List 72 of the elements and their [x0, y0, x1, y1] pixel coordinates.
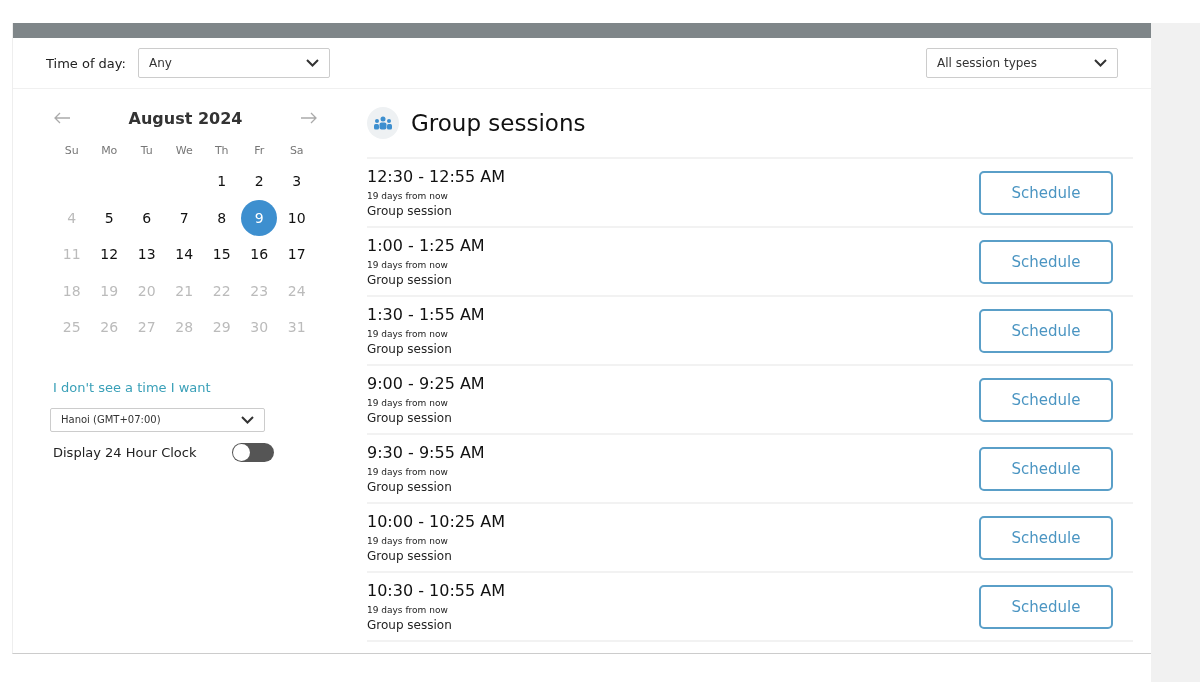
- weekday-label: We: [174, 143, 194, 159]
- arrow-right-icon[interactable]: [300, 112, 318, 124]
- session-time: 1:00 - 1:25 AM: [367, 236, 485, 255]
- calendar-day: 26: [91, 309, 128, 346]
- session-relative-date: 19 days from now: [367, 260, 449, 270]
- calendar-day[interactable]: 14: [166, 236, 203, 273]
- calendar-day: 28: [166, 309, 203, 346]
- chevron-down-icon: [241, 415, 254, 424]
- calendar-day[interactable]: 7: [166, 199, 203, 236]
- calendar-day[interactable]: 5: [91, 199, 128, 236]
- calendar-day: 23: [241, 272, 278, 309]
- calendar-day: 22: [203, 272, 240, 309]
- weekday-label: Sa: [288, 143, 305, 159]
- calendar-day: 21: [166, 272, 203, 309]
- calendar-day: 4: [53, 199, 90, 236]
- calendar-day: 11: [53, 236, 90, 273]
- calendar-day: 30: [241, 309, 278, 346]
- session-relative-date: 19 days from now: [367, 398, 449, 408]
- chevron-down-icon: [305, 59, 319, 67]
- session-time: 10:00 - 10:25 AM: [367, 512, 505, 531]
- calendar-day: 29: [203, 309, 240, 346]
- calendar-day[interactable]: 8: [203, 199, 240, 236]
- session-type: Group session: [367, 411, 453, 425]
- session-type: Group session: [367, 204, 453, 218]
- clock-toggle[interactable]: [232, 442, 274, 462]
- session-relative-date: 19 days from now: [367, 605, 449, 615]
- session-time: 12:30 - 12:55 AM: [367, 167, 505, 186]
- session-time: 1:30 - 1:55 AM: [367, 305, 485, 324]
- session-type: Group session: [367, 273, 453, 287]
- weekday-label: Su: [63, 143, 80, 159]
- session-time: 10:30 - 10:55 AM: [367, 581, 505, 600]
- session-type: Group session: [367, 618, 453, 632]
- group-icon: [367, 107, 399, 139]
- session-type: Group session: [367, 480, 453, 494]
- session-relative-date: 19 days from now: [367, 329, 449, 339]
- weekday-label: Fr: [253, 143, 266, 159]
- time-of-day-dropdown[interactable]: Any: [137, 48, 330, 78]
- calendar-day[interactable]: 3: [278, 163, 315, 200]
- section-title: Group sessions: [411, 110, 586, 136]
- session-relative-date: 19 days from now: [367, 191, 449, 201]
- session-type-dropdown[interactable]: All session types: [926, 48, 1118, 78]
- arrow-left-icon[interactable]: [53, 112, 71, 124]
- timezone-dropdown[interactable]: Hanoi (GMT+07:00): [50, 407, 265, 432]
- chevron-down-icon: [1094, 59, 1107, 67]
- calendar-day[interactable]: 2: [241, 163, 278, 200]
- calendar-day: 20: [128, 272, 165, 309]
- calendar-day: 31: [278, 309, 315, 346]
- session-time: 9:30 - 9:55 AM: [367, 443, 485, 462]
- calendar-day: 19: [91, 272, 128, 309]
- calendar-day[interactable]: 13: [128, 236, 165, 273]
- session-relative-date: 19 days from now: [367, 467, 449, 477]
- calendar-day[interactable]: 16: [241, 236, 278, 273]
- calendar-day[interactable]: 15: [203, 236, 240, 273]
- calendar-day[interactable]: 10: [278, 199, 315, 236]
- session-time: 9:00 - 9:25 AM: [367, 374, 485, 393]
- session-type: Group session: [367, 342, 453, 356]
- calendar-day: 24: [278, 272, 315, 309]
- weekday-label: Mo: [100, 143, 119, 159]
- weekday-label: Th: [213, 143, 230, 159]
- calendar-day[interactable]: 1: [203, 163, 240, 200]
- filter-label: Time of day:: [46, 55, 126, 71]
- session-type: Group session: [367, 549, 453, 563]
- month-title: August 2024: [128, 108, 243, 128]
- toggle-label: Display 24 Hour Clock: [53, 444, 197, 460]
- weekday-label: Tu: [139, 143, 154, 159]
- calendar-day[interactable]: 17: [278, 236, 315, 273]
- session-relative-date: 19 days from now: [367, 536, 449, 546]
- calendar-day: 25: [53, 309, 90, 346]
- calendar-day[interactable]: 12: [91, 236, 128, 273]
- calendar-day[interactable]: 6: [128, 199, 165, 236]
- calendar-day: 27: [128, 309, 165, 346]
- calendar-day: 18: [53, 272, 90, 309]
